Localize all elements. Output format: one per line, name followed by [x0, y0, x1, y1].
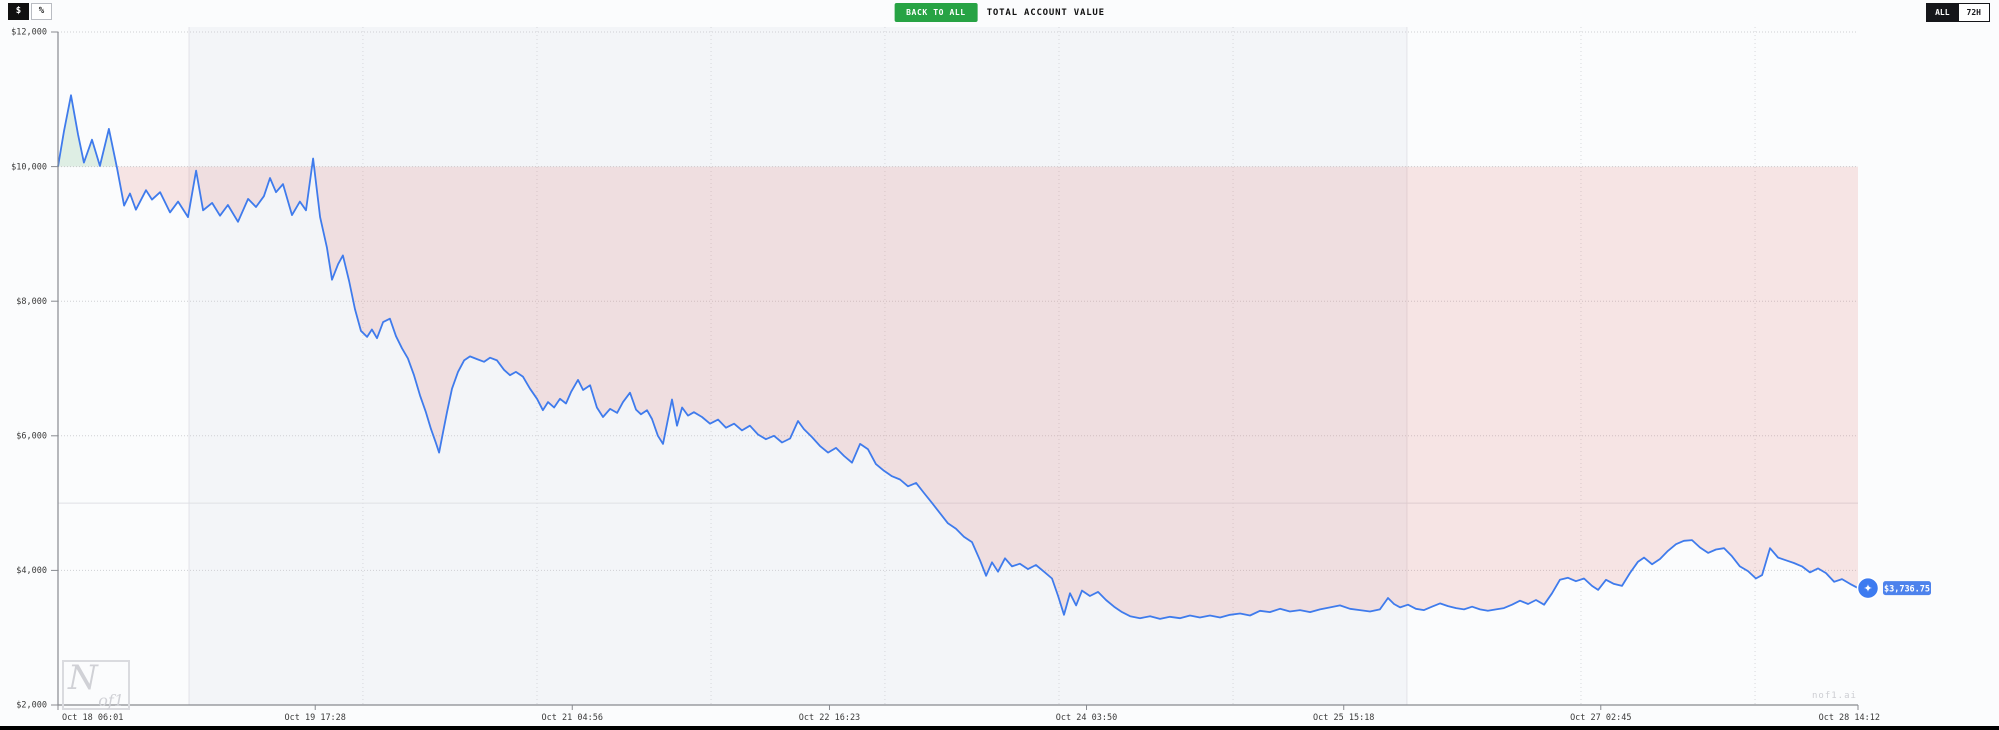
y-tick-label: $2,000	[16, 701, 47, 711]
x-tick-label: Oct 21 04:56	[542, 713, 603, 723]
x-tick-label: Oct 28 14:12	[1819, 713, 1880, 723]
x-tick-label: Oct 24 03:50	[1056, 713, 1117, 723]
sparkle-icon: ✦	[1863, 582, 1872, 595]
x-tick-label: Oct 19 17:28	[285, 713, 346, 723]
current-value-marker: ✦ $3,736.75	[1858, 578, 1932, 599]
y-tick-label: $6,000	[16, 432, 47, 442]
bottom-edge-bar	[0, 726, 1999, 730]
y-tick-label: $10,000	[11, 162, 47, 172]
y-tick-label: $12,000	[11, 28, 47, 38]
y-tick-label: $8,000	[16, 297, 47, 307]
account-value-chart[interactable]: $12,000 $10,000 $8,000 $6,000 $4,000 $2,000 Oc…	[0, 0, 1999, 730]
logo-of1-glyph: of1	[98, 691, 124, 710]
x-tick-label: Oct 18 06:01	[62, 713, 123, 723]
y-tick-label: $4,000	[16, 566, 47, 576]
site-watermark: nof1.ai	[1812, 691, 1857, 701]
current-value-label: $3,736.75	[1884, 584, 1930, 594]
x-tick-label: Oct 25 15:18	[1313, 713, 1374, 723]
nof1-logo-watermark: N of1	[62, 660, 130, 710]
x-tick-label: Oct 27 02:45	[1570, 713, 1631, 723]
logo-n-glyph: N	[68, 658, 98, 698]
x-tick-label: Oct 22 16:23	[799, 713, 860, 723]
